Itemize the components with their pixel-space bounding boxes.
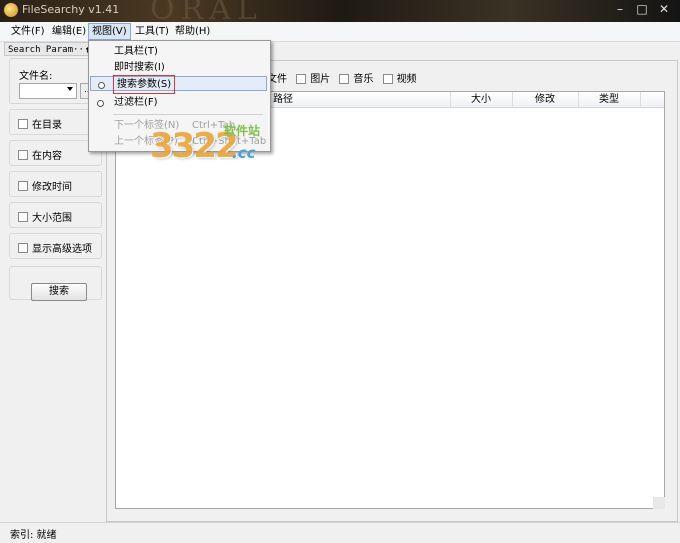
title-bar: FileSearchy v1.41 ORAL – □ ✕ bbox=[0, 0, 680, 27]
option-show-advanced[interactable]: 显示高级选项 bbox=[9, 233, 102, 259]
grid-body[interactable] bbox=[116, 108, 664, 508]
close-button[interactable]: ✕ bbox=[654, 2, 674, 16]
menu-file[interactable]: 文件(F) bbox=[8, 24, 48, 39]
filter-bar: 文件 图片 音乐 视频 bbox=[267, 70, 423, 85]
menu-view[interactable]: 视图(V) bbox=[88, 23, 131, 40]
app-icon bbox=[4, 3, 18, 17]
menu-help[interactable]: 帮助(H) bbox=[172, 24, 213, 39]
chevron-down-icon bbox=[67, 87, 73, 91]
menu-item-previous-tab[interactable]: 上一个标签(P) Ctrl+Shift+Tab bbox=[90, 134, 267, 149]
option-size-range[interactable]: 大小范围 bbox=[9, 202, 102, 228]
menu-item-filter-bar[interactable]: 过滤栏(F) bbox=[90, 95, 267, 110]
checkbox[interactable] bbox=[18, 211, 28, 222]
menu-separator bbox=[113, 114, 263, 115]
client-area: 文件(F) 编辑(E) 视图(V) 工具(T) 帮助(H) Search Par… bbox=[0, 22, 680, 543]
radio-dot-icon bbox=[98, 82, 105, 89]
checkbox[interactable] bbox=[18, 118, 28, 129]
status-bar: 索引: 就绪 bbox=[0, 522, 680, 543]
panel-title: Search Param··· bbox=[8, 45, 90, 55]
view-menu-dropdown: 工具栏(T) 即时搜索(I) 搜索参数(S) 过滤栏(F) 下一个标签(N) C… bbox=[88, 40, 271, 152]
checkbox[interactable] bbox=[18, 180, 28, 191]
minimize-button[interactable]: – bbox=[610, 2, 630, 16]
window-title: FileSearchy v1.41 bbox=[22, 3, 120, 16]
column-type[interactable]: 类型 bbox=[578, 92, 641, 107]
checkbox[interactable] bbox=[296, 74, 307, 84]
search-button-group: 搜索 bbox=[9, 266, 102, 301]
search-button[interactable]: 搜索 bbox=[31, 283, 87, 301]
search-param-panel: 文件名: ... 在目录 在内容 修改时间 大小范围 显示高级选项 搜索 bbox=[4, 58, 102, 523]
checkbox[interactable] bbox=[339, 74, 350, 84]
column-modified[interactable]: 修改 bbox=[512, 92, 579, 107]
filter-music[interactable]: 音乐 bbox=[339, 74, 373, 85]
radio-dot-icon bbox=[97, 100, 104, 107]
filename-label: 文件名: bbox=[19, 71, 53, 82]
checkbox[interactable] bbox=[18, 149, 28, 160]
option-label: 在内容 bbox=[32, 151, 62, 162]
search-param-panel-header: Search Param··· 🗗 bbox=[4, 42, 100, 56]
filter-images[interactable]: 图片 bbox=[296, 74, 330, 85]
option-label: 修改时间 bbox=[32, 182, 72, 193]
menu-item-next-tab[interactable]: 下一个标签(N) Ctrl+Tab bbox=[90, 118, 267, 133]
menu-item-toolbar[interactable]: 工具栏(T) bbox=[90, 44, 267, 59]
menu-tools[interactable]: 工具(T) bbox=[132, 24, 172, 39]
option-label: 大小范围 bbox=[32, 213, 72, 224]
option-label: 显示高级选项 bbox=[32, 244, 92, 255]
status-text: 索引: 就绪 bbox=[10, 530, 57, 541]
option-label: 在目录 bbox=[32, 120, 62, 131]
menu-bar: 文件(F) 编辑(E) 视图(V) 工具(T) 帮助(H) bbox=[0, 22, 680, 42]
results-grid[interactable]: 路径 大小 修改 类型 bbox=[115, 91, 665, 509]
checkbox[interactable] bbox=[18, 242, 28, 253]
filename-combobox[interactable] bbox=[19, 83, 77, 99]
option-modified-time[interactable]: 修改时间 bbox=[9, 171, 102, 197]
filter-video[interactable]: 视频 bbox=[382, 74, 417, 85]
maximize-button[interactable]: □ bbox=[632, 2, 652, 16]
resize-grip[interactable] bbox=[653, 497, 665, 509]
checkbox[interactable] bbox=[382, 74, 393, 84]
column-size[interactable]: 大小 bbox=[450, 92, 513, 107]
menu-edit[interactable]: 编辑(E) bbox=[49, 24, 89, 39]
menu-item-instant-search[interactable]: 即时搜索(I) bbox=[90, 60, 267, 75]
menu-item-search-params[interactable]: 搜索参数(S) bbox=[90, 75, 267, 94]
